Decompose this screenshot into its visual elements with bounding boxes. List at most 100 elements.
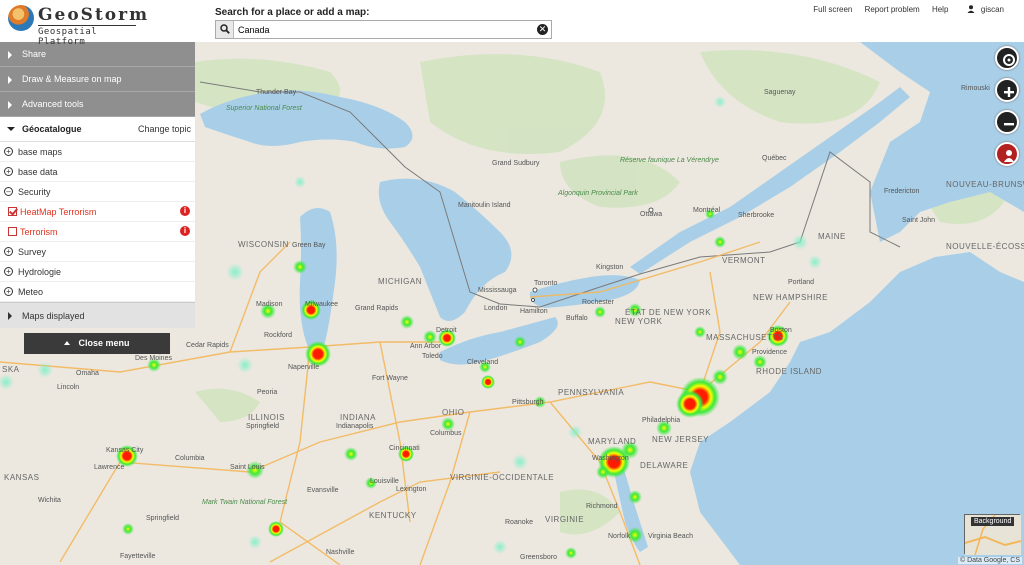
map-label: VIRGINIE-OCCIDENTALE (450, 473, 554, 482)
tree-item-label: Survey (18, 247, 47, 257)
left-panel: Share Draw & Measure on map Advanced too… (0, 42, 195, 328)
expand-plus-icon[interactable]: + (4, 267, 13, 276)
caret-right-icon (8, 312, 12, 320)
search-input[interactable] (236, 22, 536, 37)
map-label: DELAWARE (640, 461, 688, 470)
map-label: Manitoulin Island (458, 202, 511, 209)
map-label: Philadelphia (642, 417, 680, 424)
map-label: NEW YORK (615, 317, 663, 326)
map-label: Richmond (586, 503, 618, 510)
caret-right-icon (8, 101, 12, 109)
map-label: Mississauga (478, 287, 517, 294)
map-label: Lexington (396, 486, 426, 493)
user-icon (967, 5, 975, 13)
zoom-in-button[interactable] (995, 78, 1019, 102)
map-label: RHODE ISLAND (756, 367, 822, 376)
accordion-draw-measure[interactable]: Draw & Measure on map (0, 67, 195, 92)
map-label: Detroit (436, 327, 457, 334)
map-attribution: © Data Google, CS (957, 557, 1022, 564)
map-label: Ann Arbor (410, 343, 442, 350)
background-switcher[interactable]: Background (964, 514, 1021, 555)
map-label: Toronto (534, 280, 557, 287)
tree-item-hydrologie[interactable]: + Hydrologie (0, 262, 195, 282)
tree-item-base-maps[interactable]: + base maps (0, 142, 195, 162)
tree-item-meteo[interactable]: + Meteo (0, 282, 195, 302)
map-label: Lawrence (94, 464, 124, 471)
map-label: Grand Sudbury (492, 160, 540, 167)
map-label: Fort Wayne (372, 375, 408, 382)
top-bar: GeoStorm Geospatial Platform Search for … (0, 0, 1024, 47)
top-links: Full screen Report problem Help giscan (803, 5, 1004, 14)
rotation-button[interactable] (995, 142, 1019, 166)
layer-heatmap-terrorism[interactable]: HeatMap Terrorism i (0, 202, 195, 222)
layer-checkbox[interactable] (8, 227, 17, 236)
map-label: Grand Rapids (355, 305, 399, 312)
map-label: VIRGINIE (545, 515, 584, 524)
map-label: Cedar Rapids (186, 342, 229, 349)
geocatalogue-header[interactable]: Géocatalogue Change topic (0, 117, 195, 142)
search-label: Search for a place or add a map: (215, 7, 370, 18)
clear-search-icon[interactable]: ✕ (537, 24, 548, 35)
map-label: Cincinnati (389, 445, 420, 452)
change-topic-link[interactable]: Change topic (138, 124, 191, 134)
pegman-icon (1004, 150, 1014, 162)
map-label: OHIO (442, 408, 464, 417)
geocatalogue-title: Géocatalogue (22, 124, 82, 134)
fullscreen-link[interactable]: Full screen (813, 5, 852, 14)
map-label: Toledo (422, 353, 443, 360)
expand-plus-icon[interactable]: + (4, 287, 13, 296)
map-label: Hamilton (520, 308, 548, 315)
geostorm-logo[interactable]: GeoStorm Geospatial Platform (6, 4, 147, 47)
report-problem-link[interactable]: Report problem (865, 5, 920, 14)
map-label: ILLINOIS (248, 413, 285, 422)
caret-right-icon (8, 76, 12, 84)
close-menu-button[interactable]: Close menu (24, 333, 170, 354)
map-label: Nashville (326, 549, 355, 556)
info-icon[interactable]: i (180, 206, 190, 216)
search-button[interactable] (216, 21, 234, 38)
map-label: ÉTAT DE NEW YORK (625, 308, 711, 317)
expand-plus-icon[interactable]: + (4, 147, 13, 156)
map-label: Lincoln (57, 384, 79, 391)
map-label: Saint Louis (230, 464, 265, 471)
map-label: Québec (762, 155, 787, 162)
map-label: Springfield (146, 515, 179, 522)
expand-plus-icon[interactable]: + (4, 167, 13, 176)
accordion-advanced-tools[interactable]: Advanced tools (0, 92, 195, 117)
map-label: PENNSYLVANIA (558, 388, 624, 397)
tree-item-security[interactable]: – Security (0, 182, 195, 202)
tree-item-label: Security (18, 187, 51, 197)
map-label: Montréal (693, 207, 721, 214)
maps-displayed-header[interactable]: Maps displayed (0, 302, 195, 328)
map-label: Norfolk (608, 533, 631, 540)
map-label: Kansas City (106, 447, 144, 454)
expand-plus-icon[interactable]: + (4, 247, 13, 256)
layer-checkbox-checked[interactable] (8, 207, 17, 216)
map-label: Saguenay (764, 89, 796, 96)
map-label: Pittsburgh (512, 399, 544, 406)
map-label: Greensboro (520, 554, 557, 561)
map-label: Green Bay (292, 242, 326, 249)
collapse-minus-icon[interactable]: – (4, 187, 13, 196)
map-label: Rimouski (961, 85, 990, 92)
accordion-label: Share (22, 49, 47, 59)
layer-terrorism[interactable]: Terrorism i (0, 222, 195, 242)
username-link[interactable]: giscan (981, 5, 1004, 14)
map-label: SKA (2, 365, 20, 374)
tree-item-base-data[interactable]: + base data (0, 162, 195, 182)
map-label: NOUVELLE-ÉCOSSE (946, 242, 1024, 251)
zoom-out-button[interactable] (995, 110, 1019, 134)
map-label: Peoria (257, 389, 277, 396)
info-icon[interactable]: i (180, 226, 190, 236)
background-label: Background (971, 517, 1015, 526)
map-label: Wichita (38, 497, 61, 504)
maps-displayed-label: Maps displayed (22, 311, 85, 321)
help-link[interactable]: Help (932, 5, 948, 14)
accordion-label: Advanced tools (22, 99, 84, 109)
map-label: Columbia (175, 455, 205, 462)
map-label: Des Moines (135, 355, 172, 362)
tree-item-survey[interactable]: + Survey (0, 242, 195, 262)
map-label: Fredericton (884, 188, 920, 195)
locate-button[interactable] (995, 46, 1019, 70)
layer-label: Terrorism (20, 227, 58, 237)
